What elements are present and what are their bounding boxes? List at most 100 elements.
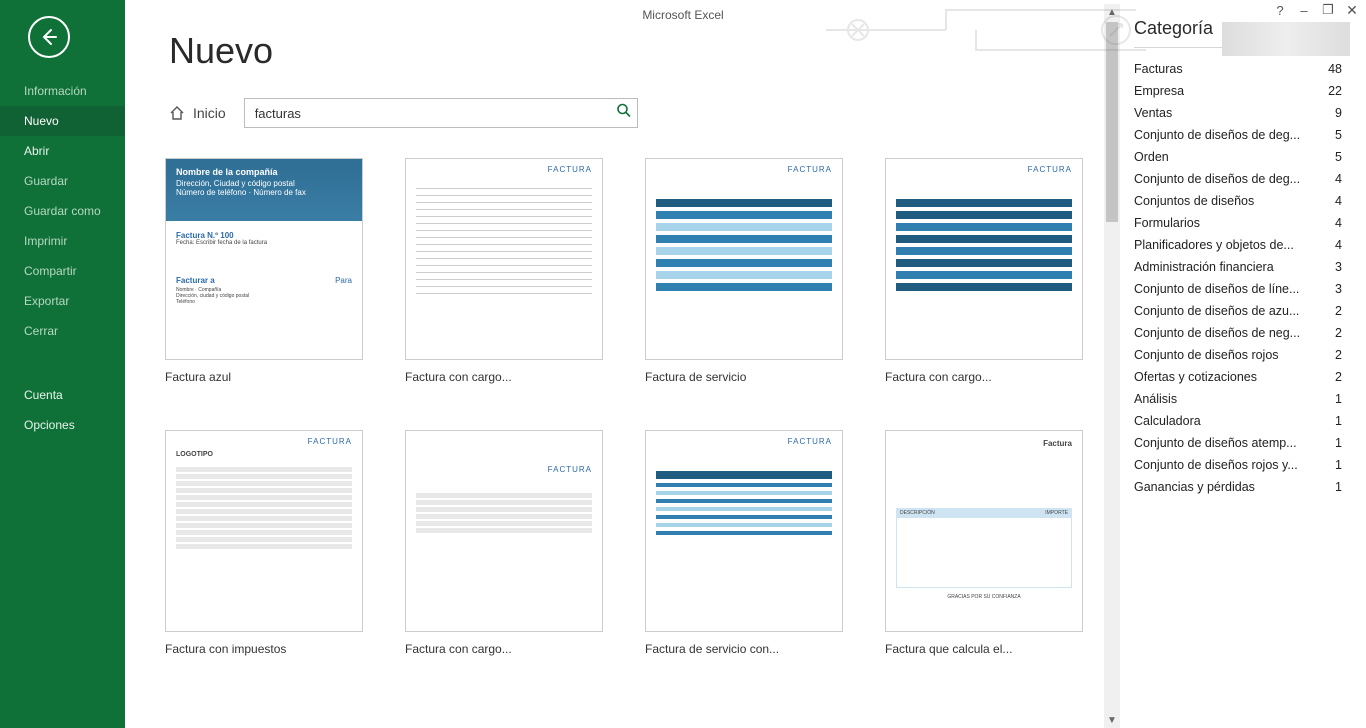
category-count: 1 bbox=[1335, 414, 1342, 428]
restore-button[interactable]: ❐ bbox=[1320, 2, 1336, 18]
category-row[interactable]: Ventas 9 bbox=[1134, 102, 1342, 124]
category-count: 2 bbox=[1335, 370, 1342, 384]
category-row[interactable]: Calculadora 1 bbox=[1134, 410, 1342, 432]
category-row[interactable]: Orden5 bbox=[1134, 146, 1342, 168]
template-title: Factura con cargo... bbox=[405, 642, 603, 656]
category-count: 1 bbox=[1335, 458, 1342, 472]
category-name: Calculadora bbox=[1134, 414, 1201, 428]
category-panel: ▲ ▼ Categoría Facturas48Empresa22Ventas9… bbox=[1120, 4, 1366, 728]
template-card[interactable]: FACTURA Factura de servicio con... bbox=[645, 430, 843, 658]
sidebar-item-guardar[interactable]: Guardar bbox=[0, 166, 125, 196]
category-row[interactable]: Conjunto de diseños de líne... 3 bbox=[1134, 278, 1342, 300]
template-title: Factura con cargo... bbox=[405, 370, 603, 384]
template-card[interactable]: FACTURA Factura con cargo... bbox=[405, 430, 603, 658]
category-count: 3 bbox=[1335, 260, 1342, 274]
category-name: Conjunto de diseños de deg... bbox=[1134, 172, 1300, 186]
sidebar-item-exportar[interactable]: Exportar bbox=[0, 286, 125, 316]
template-thumbnail: Nombre de la compañíaDirección, Ciudad y… bbox=[165, 158, 363, 360]
sidebar-item-abrir[interactable]: Abrir bbox=[0, 136, 125, 166]
template-card[interactable]: FACTURAFactura de servicio bbox=[645, 158, 843, 386]
template-thumbnail: FACTURALOGOTIPO bbox=[165, 430, 363, 632]
category-row[interactable]: Ofertas y cotizaciones2 bbox=[1134, 366, 1342, 388]
sidebar-item-imprimir[interactable]: Imprimir bbox=[0, 226, 125, 256]
help-button[interactable]: ? bbox=[1272, 2, 1288, 18]
arrow-left-icon bbox=[39, 27, 59, 47]
category-count: 5 bbox=[1335, 150, 1342, 164]
category-count: 4 bbox=[1335, 172, 1342, 186]
category-name: Conjuntos de diseños bbox=[1134, 194, 1254, 208]
category-row[interactable]: Facturas48 bbox=[1134, 58, 1342, 80]
category-row[interactable]: Conjunto de diseños rojos y... 1 bbox=[1134, 454, 1342, 476]
sidebar-item-cuenta[interactable]: Cuenta bbox=[0, 380, 125, 410]
category-count: 22 bbox=[1328, 84, 1342, 98]
decorative-circuit bbox=[826, 0, 1186, 60]
category-count: 5 bbox=[1335, 128, 1342, 142]
category-row[interactable]: Conjunto de diseños de neg...2 bbox=[1134, 322, 1342, 344]
template-scrollbar[interactable]: ▲ ▼ bbox=[1104, 4, 1120, 728]
home-icon bbox=[169, 105, 185, 121]
category-count: 48 bbox=[1328, 62, 1342, 76]
category-name: Conjunto de diseños rojos y... bbox=[1134, 458, 1298, 472]
backstage-sidebar: InformaciónNuevoAbrirGuardarGuardar como… bbox=[0, 0, 125, 728]
category-name: Conjunto de diseños de líne... bbox=[1134, 282, 1299, 296]
category-row[interactable]: Conjunto de diseños rojos 2 bbox=[1134, 344, 1342, 366]
user-avatar[interactable] bbox=[1222, 22, 1350, 56]
category-row[interactable]: Conjunto de diseños atemp...1 bbox=[1134, 432, 1342, 454]
scroll-down-icon[interactable]: ▼ bbox=[1104, 712, 1120, 728]
category-count: 2 bbox=[1335, 348, 1342, 362]
category-row[interactable]: Conjunto de diseños de azu... 2 bbox=[1134, 300, 1342, 322]
search-input[interactable] bbox=[244, 98, 638, 128]
category-name: Ventas bbox=[1134, 106, 1172, 120]
category-count: 4 bbox=[1335, 216, 1342, 230]
sidebar-item-opciones[interactable]: Opciones bbox=[0, 410, 125, 440]
template-title: Factura azul bbox=[165, 370, 363, 384]
search-icon[interactable] bbox=[616, 103, 632, 124]
category-name: Empresa bbox=[1134, 84, 1184, 98]
sidebar-item-cerrar[interactable]: Cerrar bbox=[0, 316, 125, 346]
category-name: Administración financiera bbox=[1134, 260, 1274, 274]
category-name: Conjunto de diseños rojos bbox=[1134, 348, 1279, 362]
sidebar-item-guardar-como[interactable]: Guardar como bbox=[0, 196, 125, 226]
category-count: 9 bbox=[1335, 106, 1342, 120]
category-row[interactable]: Análisis 1 bbox=[1134, 388, 1342, 410]
category-row[interactable]: Ganancias y pérdidas1 bbox=[1134, 476, 1342, 498]
category-count: 1 bbox=[1335, 436, 1342, 450]
template-card[interactable]: FACTURALOGOTIPO Factura con impuestos bbox=[165, 430, 363, 658]
template-grid: Nombre de la compañíaDirección, Ciudad y… bbox=[165, 158, 1120, 658]
sidebar-item-compartir[interactable]: Compartir bbox=[0, 256, 125, 286]
template-title: Factura de servicio con... bbox=[645, 642, 843, 656]
template-thumbnail: FacturaDESCRIPCIÓNIMPORTEGRACIAS POR SU … bbox=[885, 430, 1083, 632]
back-button[interactable] bbox=[28, 16, 70, 58]
breadcrumb-home[interactable]: Inicio bbox=[169, 105, 226, 121]
category-row[interactable]: Administración financiera 3 bbox=[1134, 256, 1342, 278]
category-count: 1 bbox=[1335, 392, 1342, 406]
category-count: 2 bbox=[1335, 304, 1342, 318]
template-thumbnail: FACTURA bbox=[405, 158, 603, 360]
minimize-button[interactable]: – bbox=[1296, 2, 1312, 18]
category-row[interactable]: Planificadores y objetos de... 4 bbox=[1134, 234, 1342, 256]
category-row[interactable]: Conjunto de diseños de deg...5 bbox=[1134, 124, 1342, 146]
category-name: Ganancias y pérdidas bbox=[1134, 480, 1255, 494]
template-card[interactable]: FacturaDESCRIPCIÓNIMPORTEGRACIAS POR SU … bbox=[885, 430, 1083, 658]
sidebar-item-información[interactable]: Información bbox=[0, 76, 125, 106]
category-name: Conjunto de diseños de azu... bbox=[1134, 304, 1299, 318]
template-thumbnail: FACTURA bbox=[645, 430, 843, 632]
category-count: 4 bbox=[1335, 194, 1342, 208]
close-button[interactable]: ✕ bbox=[1344, 2, 1360, 18]
sidebar-item-nuevo[interactable]: Nuevo bbox=[0, 106, 125, 136]
template-card[interactable]: Nombre de la compañíaDirección, Ciudad y… bbox=[165, 158, 363, 386]
category-name: Planificadores y objetos de... bbox=[1134, 238, 1294, 252]
template-card[interactable]: FACTURAFactura con cargo... bbox=[885, 158, 1083, 386]
category-row[interactable]: Conjunto de diseños de deg... 4 bbox=[1134, 168, 1342, 190]
category-row[interactable]: Formularios4 bbox=[1134, 212, 1342, 234]
category-name: Análisis bbox=[1134, 392, 1177, 406]
template-title: Factura con impuestos bbox=[165, 642, 363, 656]
template-card[interactable]: FACTURA Factura con cargo... bbox=[405, 158, 603, 386]
breadcrumb-home-label: Inicio bbox=[193, 105, 226, 121]
category-row[interactable]: Conjuntos de diseños 4 bbox=[1134, 190, 1342, 212]
template-thumbnail: FACTURA bbox=[405, 430, 603, 632]
template-title: Factura de servicio bbox=[645, 370, 843, 384]
category-row[interactable]: Empresa 22 bbox=[1134, 80, 1342, 102]
category-count: 4 bbox=[1335, 238, 1342, 252]
category-count: 3 bbox=[1335, 282, 1342, 296]
